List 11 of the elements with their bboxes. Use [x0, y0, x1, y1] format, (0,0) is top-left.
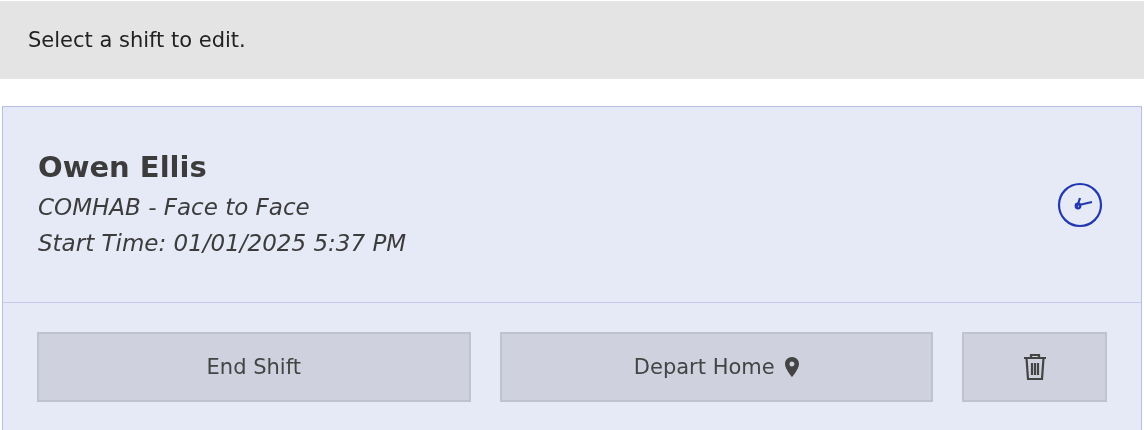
service-name: COMHAB - Face to Face [38, 193, 311, 220]
location-pin-icon [784, 357, 799, 377]
end-shift-button[interactable]: End Shift [37, 332, 471, 402]
clock-icon [1057, 181, 1103, 228]
instruction-text: Select a shift to edit. [28, 28, 246, 52]
start-time: Start Time: 01/01/2025 5:37 PM [38, 229, 407, 256]
delete-button[interactable] [962, 332, 1107, 402]
shift-card[interactable]: Owen Ellis COMHAB - Face to Face Start Time: 01/01/2025 5:37 PM End Shift Depart Home [2, 106, 1142, 430]
trash-icon [1022, 353, 1047, 381]
employee-name: Owen Ellis [38, 149, 208, 184]
depart-button[interactable]: Depart Home [499, 332, 933, 402]
